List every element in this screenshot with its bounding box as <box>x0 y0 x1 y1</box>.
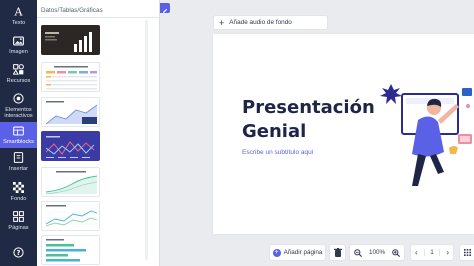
rail-label: Fondo <box>10 195 27 202</box>
slide-title[interactable]: Presentación Genial <box>242 96 375 144</box>
rail-label: Smartblocks <box>3 139 34 145</box>
plus-icon: + <box>219 17 225 28</box>
panel-title: Datos/Tablas/Gráficas <box>41 7 103 14</box>
smartblock-thumb[interactable] <box>41 167 100 197</box>
smartblock-thumb[interactable] <box>41 131 100 161</box>
rail-label: Imagen <box>9 48 28 55</box>
text-icon: A <box>13 6 25 18</box>
pages-icon <box>13 211 25 223</box>
pencil-icon <box>163 8 168 13</box>
interactive-icon <box>13 93 25 105</box>
smartblock-thumb[interactable] <box>41 62 100 92</box>
page-navigator: ‹ 1 › <box>410 244 454 261</box>
rail-item-elementos-interactivos[interactable]: Elementos interactivos <box>0 93 37 119</box>
rail-label: Insertar <box>9 165 28 172</box>
help-icon: ? <box>13 246 25 258</box>
grid-icon <box>463 249 471 256</box>
rail-label: Páginas <box>8 224 29 231</box>
panel-divider <box>37 17 160 18</box>
rail-item-help[interactable]: ? <box>0 246 37 260</box>
insert-icon <box>13 152 25 164</box>
slide-canvas[interactable]: Presentación Genial Escribe un subtítulo… <box>213 34 474 234</box>
slide-title-line2: Genial <box>242 121 307 142</box>
rail-label: Elementos interactivos <box>4 106 33 119</box>
add-circle-icon: + <box>272 248 281 257</box>
bottom-toolbar: + Añadir página 100% ‹ 1 › <box>262 242 474 264</box>
tool-rail: A Texto Imagen Recursos Elementos intera… <box>0 0 37 266</box>
zoom-in-icon[interactable] <box>392 248 400 257</box>
rail-item-smartblocks[interactable]: Smartblocks <box>0 122 37 148</box>
chevron-left-icon[interactable]: ‹ <box>415 248 418 257</box>
collapse-panel-button[interactable] <box>160 3 170 13</box>
smartblock-thumb[interactable] <box>41 235 100 265</box>
svg-text:A: A <box>14 6 24 17</box>
rail-item-fondo[interactable]: Fondo <box>0 182 37 202</box>
add-audio-button[interactable]: + Añade audio de fondo <box>213 15 328 30</box>
smartblock-thumb[interactable] <box>41 25 100 55</box>
page-number[interactable]: 1 <box>424 249 440 256</box>
rail-item-texto[interactable]: A Texto <box>0 6 37 26</box>
person-illustration <box>380 84 472 186</box>
svg-text:?: ? <box>17 249 21 257</box>
rail-item-paginas[interactable]: Páginas <box>0 211 37 231</box>
trash-icon <box>333 248 342 257</box>
delete-page-button[interactable] <box>329 244 346 261</box>
zoom-out-icon[interactable] <box>354 248 362 257</box>
smartblock-thumb[interactable] <box>41 201 100 231</box>
add-audio-label: Añade audio de fondo <box>229 19 292 26</box>
smartblock-thumb[interactable] <box>41 97 100 127</box>
chevron-right-icon[interactable]: › <box>446 248 449 257</box>
rail-label: Recursos <box>6 77 31 84</box>
slide-title-line1: Presentación <box>242 97 375 118</box>
resources-icon <box>13 64 25 76</box>
rail-item-insertar[interactable]: Insertar <box>0 152 37 172</box>
add-page-label: Añadir página <box>283 249 323 256</box>
image-icon <box>13 35 25 47</box>
smartblocks-icon <box>13 125 25 137</box>
grid-view-button[interactable] <box>459 244 474 261</box>
zoom-level: 100% <box>368 249 386 256</box>
rail-label: Texto <box>11 19 26 26</box>
rail-item-recursos[interactable]: Recursos <box>0 64 37 84</box>
zoom-control: 100% <box>349 244 405 261</box>
slide-subtitle[interactable]: Escribe un subtítulo aquí <box>242 149 314 156</box>
add-page-button[interactable]: + Añadir página <box>269 244 326 261</box>
smartblocks-panel: Datos/Tablas/Gráficas <box>37 0 160 266</box>
rail-item-imagen[interactable]: Imagen <box>0 35 37 55</box>
background-icon <box>13 182 25 194</box>
panel-scrollbar[interactable] <box>145 20 148 260</box>
